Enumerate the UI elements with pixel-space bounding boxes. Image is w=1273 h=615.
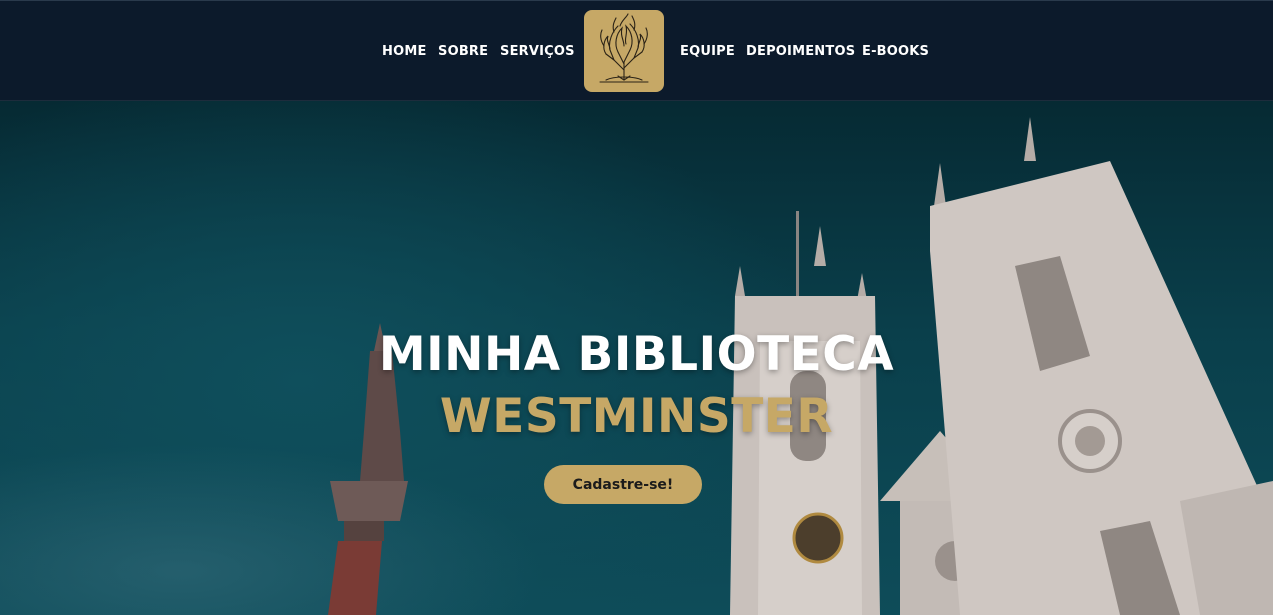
nav-link-depoimentos[interactable]: DEPOIMENTOS <box>746 44 855 59</box>
cadastre-se-button[interactable]: Cadastre-se! <box>544 465 702 504</box>
nav-link-ebooks[interactable]: E-BOOKS <box>862 44 929 59</box>
hero-title-line1: MINHA BIBLIOTECA <box>378 327 895 382</box>
nav-link-servicos[interactable]: SERVIÇOS <box>500 44 575 59</box>
hero-title-line2: WESTMINSTER <box>439 389 834 444</box>
nav-link-sobre[interactable]: SOBRE <box>438 44 488 59</box>
burning-bush-icon <box>599 13 649 83</box>
logo-link[interactable] <box>584 10 664 92</box>
nav-link-equipe[interactable]: EQUIPE <box>680 44 735 59</box>
navbar: HOME SOBRE SERVIÇOS EQUIPE DEPOIMENTOS E… <box>0 0 1273 101</box>
nav-link-home[interactable]: HOME <box>382 44 427 59</box>
hero-section: MINHA BIBLIOTECA WESTMINSTER Cadastre-se… <box>0 101 1273 615</box>
